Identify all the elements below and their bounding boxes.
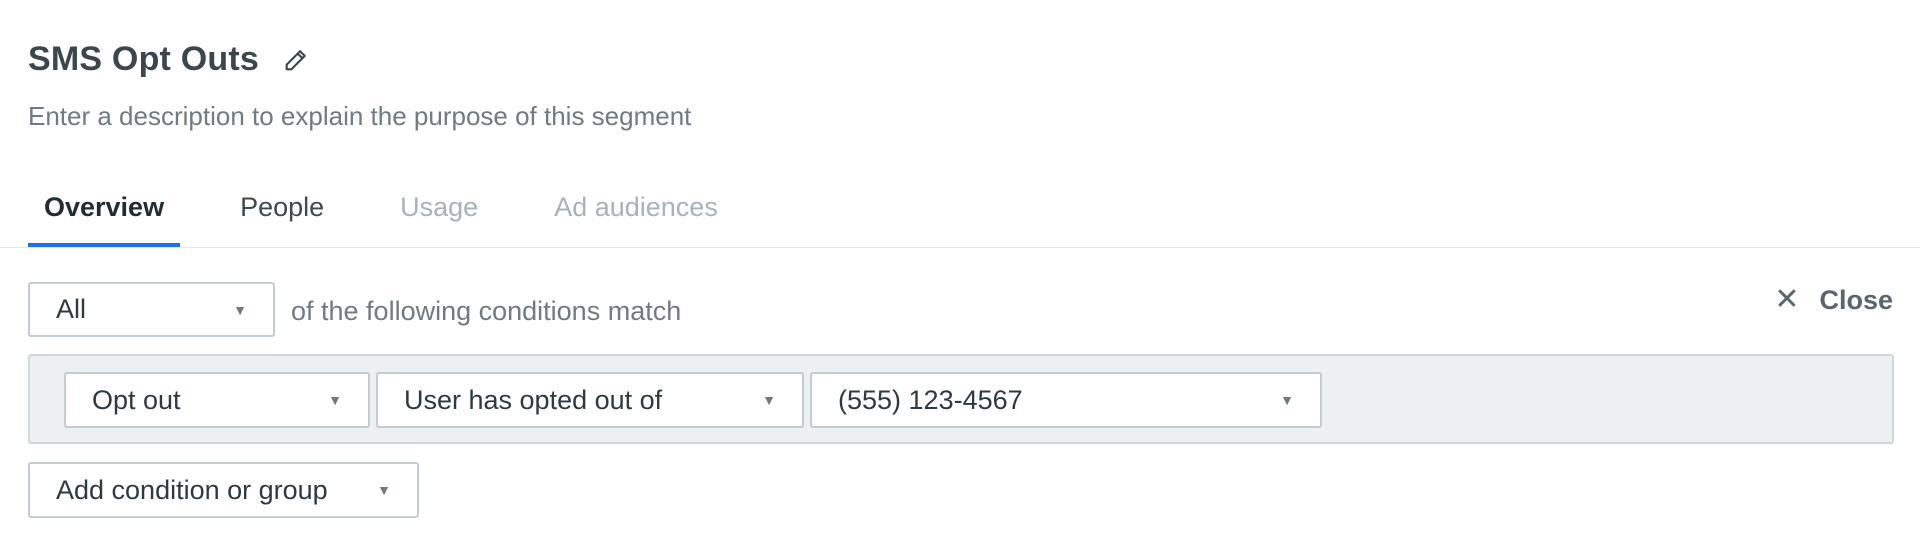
chevron-down-icon: ▼ [328,392,342,408]
tab-bar: Overview People Usage Ad audiences [28,176,1920,248]
tabs-divider [0,247,1920,248]
close-button[interactable]: ✕ Close [1774,282,1893,318]
condition-type-select[interactable]: Opt out ▼ [64,372,370,428]
pencil-icon [285,49,306,70]
segment-description[interactable]: Enter a description to explain the purpo… [28,101,691,132]
chevron-down-icon: ▼ [233,301,247,318]
tab-usage: Usage [400,192,479,222]
condition-value: (555) 123-4567 [838,384,1023,415]
condition-value-select[interactable]: (555) 123-4567 ▼ [810,372,1322,428]
segment-page: SMS Opt Outs Enter a description to expl… [0,0,1920,558]
chevron-down-icon: ▼ [377,482,391,498]
edit-title-button[interactable] [281,45,311,75]
match-mode-select[interactable]: All ▼ [28,282,275,337]
tab-overview[interactable]: Overview [28,176,181,248]
close-label: Close [1819,284,1893,315]
title-row: SMS Opt Outs [28,40,311,79]
condition-type-value: Opt out [92,384,181,415]
condition-operator-select[interactable]: User has opted out of ▼ [376,372,804,428]
match-description: of the following conditions match [291,296,682,326]
condition-group: Opt out ▼ User has opted out of ▼ (555) … [28,354,1894,444]
condition-operator-value: User has opted out of [404,384,663,415]
match-mode-value: All [56,294,87,324]
segment-title: SMS Opt Outs [28,40,259,78]
tab-ad-audiences: Ad audiences [554,192,718,222]
chevron-down-icon: ▼ [762,392,776,408]
chevron-down-icon: ▼ [1280,392,1294,408]
tab-people[interactable]: People [224,176,340,248]
add-condition-label: Add condition or group [56,474,328,505]
close-icon: ✕ [1774,283,1800,316]
add-condition-button[interactable]: Add condition or group ▼ [28,462,419,518]
